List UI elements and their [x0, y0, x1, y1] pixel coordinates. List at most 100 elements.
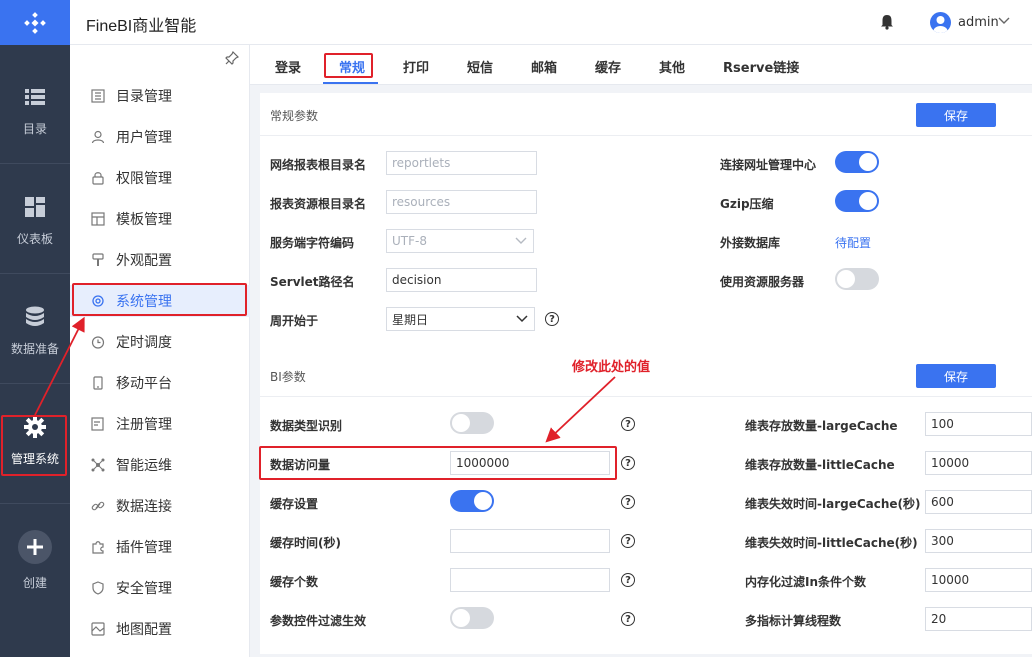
gzip-toggle[interactable] [835, 190, 879, 212]
encoding-value: UTF-8 [392, 234, 427, 248]
pin-icon[interactable] [225, 51, 239, 65]
ext-db-config-link[interactable]: 待配置 [835, 234, 871, 251]
threads-input[interactable]: 20 [925, 607, 1032, 631]
plus-icon [18, 529, 52, 564]
servlet-label: Servlet路径名 [270, 275, 355, 289]
sidebar-label: 注册管理 [116, 417, 172, 433]
sidebar-item-appearance[interactable]: 外观配置 [70, 244, 250, 276]
gzip-label: Gzip压缩 [720, 197, 774, 211]
sidebar-label: 数据连接 [116, 499, 172, 515]
tab-print[interactable]: 打印 [403, 57, 429, 76]
panel-title: BI参数 [270, 370, 306, 384]
sidebar-item-schedule[interactable]: 定时调度 [70, 326, 250, 358]
large-cache-label: 维表存放数量-largeCache [745, 419, 898, 433]
type-detect-toggle[interactable] [450, 412, 494, 434]
threads-label: 多指标计算线程数 [745, 614, 842, 628]
little-cache-input[interactable]: 10000 [925, 451, 1032, 475]
week-start-select[interactable]: 星期日 [386, 307, 535, 331]
highlight-general-tab [324, 53, 373, 78]
report-root-input[interactable]: reportlets [386, 151, 537, 175]
sidebar-label: 目录管理 [116, 89, 172, 105]
help-icon[interactable]: ? [621, 534, 635, 548]
left-nav: 目录 仪表板 数据准备 管理系统 创建 [0, 0, 70, 657]
url-mgmt-toggle[interactable] [835, 151, 879, 173]
dashboard-icon [25, 196, 45, 217]
param-filter-label: 参数控件过滤生效 [270, 614, 367, 628]
avatar[interactable] [930, 12, 951, 33]
help-icon[interactable]: ? [621, 612, 635, 626]
resource-server-label: 使用资源服务器 [720, 275, 805, 289]
sidebar-item-templates[interactable]: 模板管理 [70, 203, 250, 235]
url-mgmt-label: 连接网址管理中心 [720, 158, 817, 172]
param-filter-toggle[interactable] [450, 607, 494, 629]
nav-dashboard[interactable]: 仪表板 [0, 170, 70, 270]
sidebar-label: 智能运维 [116, 458, 172, 474]
large-expire-label: 维表失效时间-largeCache(秒) [745, 497, 921, 511]
help-icon[interactable]: ? [621, 573, 635, 587]
tab-rserve[interactable]: Rserve链接 [723, 57, 799, 76]
help-icon[interactable]: ? [621, 417, 635, 431]
tab-underline [323, 82, 378, 84]
sidebar-label: 插件管理 [116, 540, 172, 556]
sidebar-item-security[interactable]: 安全管理 [70, 572, 250, 604]
tab-other[interactable]: 其他 [659, 57, 685, 76]
in-filter-input[interactable]: 10000 [925, 568, 1032, 592]
little-cache-label: 维表存放数量-littleCache [745, 458, 895, 472]
little-expire-input[interactable]: 300 [925, 529, 1032, 553]
bell-icon[interactable] [880, 14, 894, 30]
nav-catalog[interactable]: 目录 [0, 60, 70, 160]
save-button[interactable]: 保存 [916, 364, 996, 388]
resource-root-input[interactable]: resources [386, 190, 537, 214]
admin-sidebar: 目录管理 用户管理 权限管理 模板管理 外观配置 系统管理 定时调度 移动平台 … [70, 45, 250, 657]
resource-server-toggle[interactable] [835, 268, 879, 290]
sidebar-item-connections[interactable]: 数据连接 [70, 490, 250, 522]
sidebar-item-catalog[interactable]: 目录管理 [70, 80, 250, 112]
servlet-input[interactable]: decision [386, 268, 537, 292]
type-detect-label: 数据类型识别 [270, 419, 343, 433]
tab-email[interactable]: 邮箱 [531, 57, 557, 76]
sidebar-label: 安全管理 [116, 581, 172, 597]
tab-cache[interactable]: 缓存 [595, 57, 621, 76]
logo-icon [24, 11, 46, 34]
large-cache-input[interactable]: 100 [925, 412, 1032, 436]
sidebar-item-users[interactable]: 用户管理 [70, 121, 250, 153]
nav-label: 创建 [22, 575, 47, 590]
sidebar-item-register[interactable]: 注册管理 [70, 408, 250, 440]
large-expire-input[interactable]: 600 [925, 490, 1032, 514]
map-icon [91, 622, 105, 636]
nav-create[interactable]: 创建 [0, 510, 70, 610]
link-icon [91, 501, 105, 511]
help-icon[interactable]: ? [545, 312, 559, 326]
encoding-select[interactable]: UTF-8 [386, 229, 534, 253]
tab-login[interactable]: 登录 [275, 57, 301, 76]
main-content: 登录 常规 打印 短信 邮箱 缓存 其他 Rserve链接 常规参数 保存 网络… [250, 45, 1032, 657]
chevron-down-icon[interactable] [998, 17, 1010, 25]
user-avatar-icon [933, 16, 948, 33]
week-start-label: 周开始于 [270, 314, 319, 328]
mobile-icon [93, 376, 103, 390]
little-expire-label: 维表失效时间-littleCache(秒) [745, 536, 918, 550]
sidebar-item-plugins[interactable]: 插件管理 [70, 531, 250, 563]
app-logo[interactable] [0, 0, 70, 45]
cache-toggle[interactable] [450, 490, 494, 512]
sidebar-item-map[interactable]: 地图配置 [70, 613, 250, 645]
help-icon[interactable]: ? [621, 456, 635, 470]
save-button[interactable]: 保存 [916, 103, 996, 127]
sidebar-label: 外观配置 [116, 253, 172, 269]
cache-count-input[interactable] [450, 568, 610, 592]
sidebar-item-permissions[interactable]: 权限管理 [70, 162, 250, 194]
sidebar-item-ops[interactable]: 智能运维 [70, 449, 250, 481]
sidebar-item-mobile[interactable]: 移动平台 [70, 367, 250, 399]
sidebar-label: 用户管理 [116, 130, 172, 146]
highlight-system-menu [72, 283, 247, 316]
cache-setting-label: 缓存设置 [270, 497, 319, 511]
resource-root-label: 报表资源根目录名 [270, 197, 367, 211]
list-icon [25, 88, 45, 105]
help-icon[interactable]: ? [621, 495, 635, 509]
tab-sms[interactable]: 短信 [467, 57, 493, 76]
cache-time-input[interactable] [450, 529, 610, 553]
nav-data-prep[interactable]: 数据准备 [0, 280, 70, 380]
catalog-icon [91, 89, 105, 103]
username[interactable]: admin [958, 15, 999, 30]
nav-label: 数据准备 [10, 341, 59, 356]
